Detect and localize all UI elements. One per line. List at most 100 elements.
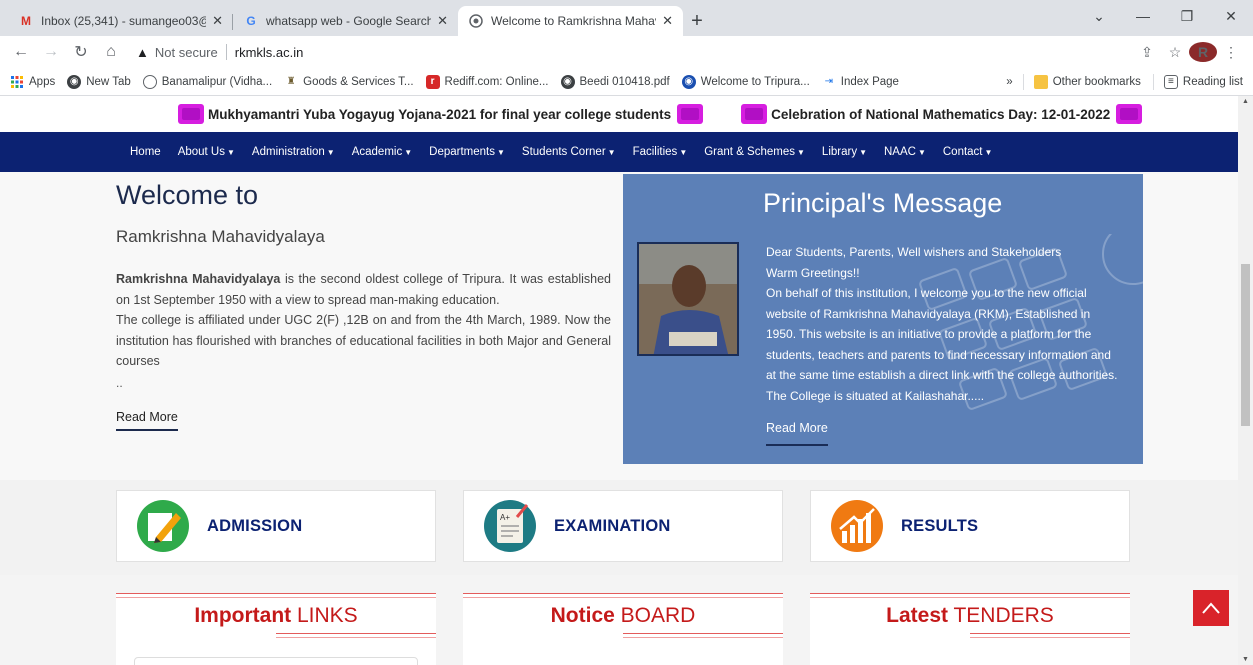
announcement-item[interactable]: Celebration of National Mathematics Day:… [741, 104, 1143, 124]
address-bar[interactable]: ▲ Not secure rkmkls.ac.in [128, 39, 1133, 65]
nav-facilities[interactable]: Facilities ▼ [633, 146, 688, 158]
security-label: Not secure [154, 44, 218, 60]
restore-icon[interactable]: ❐ [1165, 0, 1209, 32]
scroll-down-icon[interactable]: ▼ [1242, 656, 1249, 663]
principal-photo [637, 242, 739, 356]
globe-icon: ◉ [67, 74, 82, 89]
new-badge-icon [1116, 104, 1143, 124]
nav-library[interactable]: Library ▼ [822, 146, 867, 158]
chevron-down-icon: ▼ [326, 148, 335, 157]
scroll-up-icon[interactable]: ▲ [1242, 98, 1249, 105]
reading-list[interactable]: ≡ Reading list [1163, 74, 1243, 89]
principal-heading: Principal's Message [763, 188, 1003, 218]
url-text: rkmkls.ac.in [234, 44, 304, 60]
close-tab-icon[interactable]: ✕ [437, 13, 448, 29]
browser-tabstrip: M Inbox (25,341) - sumangeo03@g ✕ G what… [0, 0, 1253, 36]
close-tab-icon[interactable]: ✕ [212, 13, 223, 29]
nav-home[interactable]: Home [130, 146, 161, 158]
google-icon: G [246, 14, 256, 28]
new-badge-icon [677, 104, 704, 124]
principal-read-more-link[interactable]: Read More [766, 418, 828, 446]
bookmark-rediff[interactable]: r Rediff.com: Online... [425, 74, 549, 89]
nav-departments[interactable]: Departments ▼ [429, 146, 505, 158]
panel-title: Latest TENDERS [886, 604, 1054, 627]
reload-icon[interactable]: ↻ [68, 39, 94, 65]
bookmark-gst[interactable]: ♜ Goods & Services T... [284, 75, 414, 89]
announcement-item[interactable]: Mukhyamantri Yuba Yogayug Yojana-2021 fo… [178, 104, 704, 124]
new-tab-button[interactable]: + [683, 6, 711, 36]
back-icon[interactable]: ← [8, 39, 34, 65]
globe-icon [142, 74, 157, 89]
principal-message-panel: Principal's Message Dear Students, Paren… [623, 174, 1143, 464]
hero-section: Welcome to Ramkrishna Mahavidyalaya Ramk… [0, 172, 1253, 480]
links-list-box[interactable] [134, 657, 418, 665]
scrollbar-thumb[interactable] [1241, 264, 1250, 426]
nav-administration[interactable]: Administration ▼ [252, 146, 335, 158]
latest-tenders-panel: Latest TENDERS [810, 593, 1130, 665]
chevron-down-icon: ▼ [679, 148, 688, 157]
main-navigation: Home About Us ▼ Administration ▼ Academic ▼… [0, 132, 1253, 172]
window-controls: ⌄ — ❐ ✕ [1077, 0, 1253, 32]
chevron-down-icon: ▼ [496, 148, 505, 157]
emblem-icon: ♜ [286, 76, 296, 87]
tab-search-icon[interactable]: ⌄ [1077, 0, 1121, 32]
globe-icon: ◉ [681, 74, 696, 89]
examination-card[interactable]: A+ EXAMINATION [463, 490, 783, 562]
welcome-block: Welcome to Ramkrishna Mahavidyalaya Ramk… [116, 172, 611, 431]
share-icon[interactable]: ⇪ [1133, 44, 1161, 61]
bookmark-star-icon[interactable]: ☆ [1161, 44, 1189, 61]
nav-contact[interactable]: Contact ▼ [943, 146, 993, 158]
home-icon[interactable]: ⌂ [98, 39, 124, 65]
info-panels: Important LINKS Notice BOARD Latest TEND… [0, 575, 1253, 665]
browser-tab-google[interactable]: G whatsapp web - Google Search ✕ [233, 6, 458, 36]
browser-toolbar: ← → ↻ ⌂ ▲ Not secure rkmkls.ac.in ⇪ ☆ R … [0, 36, 1253, 68]
chevron-down-icon: ▼ [607, 148, 616, 157]
nav-grant-schemes[interactable]: Grant & Schemes ▼ [704, 146, 805, 158]
bookmark-banamalipur[interactable]: Banamalipur (Vidha... [142, 74, 272, 89]
nav-academic[interactable]: Academic ▼ [352, 146, 412, 158]
chevron-up-icon [1202, 602, 1220, 614]
browser-tab-active[interactable]: Welcome to Ramkrishna Mahavid ✕ [458, 6, 683, 36]
new-badge-icon [741, 104, 768, 124]
panel-title: Important LINKS [194, 604, 358, 627]
bookmark-apps[interactable]: Apps [10, 75, 55, 89]
notice-board-panel: Notice BOARD [463, 593, 783, 665]
principal-message-text: Dear Students, Parents, Well wishers and… [766, 242, 1118, 446]
profile-avatar[interactable]: R [1189, 42, 1217, 62]
globe-icon: ◉ [560, 74, 575, 89]
menu-kebab-icon[interactable]: ⋮ [1217, 44, 1245, 61]
close-tab-icon[interactable]: ✕ [662, 13, 673, 29]
other-bookmarks[interactable]: Other bookmarks [1033, 74, 1141, 89]
rediff-icon: r [425, 74, 440, 89]
admission-card[interactable]: ADMISSION [116, 490, 436, 562]
page-icon: ⇥ [824, 76, 833, 87]
nav-students-corner[interactable]: Students Corner ▼ [522, 146, 616, 158]
warning-icon[interactable]: ▲ [136, 45, 149, 60]
gmail-icon: M [21, 14, 31, 28]
apps-grid-icon [10, 75, 24, 89]
bookmarks-bar: Apps ◉ New Tab Banamalipur (Vidha... ♜ G… [0, 68, 1253, 96]
page-scrollbar[interactable]: ▲ ▼ [1238, 96, 1253, 665]
results-card[interactable]: RESULTS [810, 490, 1130, 562]
minimize-icon[interactable]: — [1121, 0, 1165, 32]
chevron-down-icon: ▼ [227, 148, 235, 157]
results-chart-icon [829, 498, 885, 554]
forward-icon[interactable]: → [38, 39, 64, 65]
bookmark-beedi[interactable]: ◉ Beedi 010418.pdf [560, 74, 670, 89]
folder-icon [1033, 74, 1048, 89]
examination-paper-icon: A+ [482, 498, 538, 554]
page-viewport: Mukhyamantri Yuba Yogayug Yojana-2021 fo… [0, 96, 1253, 665]
browser-tab-gmail[interactable]: M Inbox (25,341) - sumangeo03@g ✕ [8, 6, 233, 36]
close-window-icon[interactable]: ✕ [1209, 0, 1253, 32]
panel-title: Notice BOARD [550, 604, 696, 627]
scroll-to-top-button[interactable] [1193, 590, 1229, 626]
bookmarks-overflow-button[interactable]: » [1006, 76, 1012, 88]
nav-naac[interactable]: NAAC ▼ [884, 146, 926, 158]
welcome-read-more-link[interactable]: Read More [116, 410, 178, 431]
quick-services: ADMISSION A+ EXAMINATION RESULTS [0, 480, 1253, 575]
bookmark-new-tab[interactable]: ◉ New Tab [67, 74, 131, 89]
nav-about-us[interactable]: About Us ▼ [178, 146, 235, 158]
college-name: Ramkrishna Mahavidyalaya [116, 227, 325, 246]
bookmark-index[interactable]: ⇥ Index Page [822, 75, 899, 89]
bookmark-tripura[interactable]: ◉ Welcome to Tripura... [681, 74, 810, 89]
